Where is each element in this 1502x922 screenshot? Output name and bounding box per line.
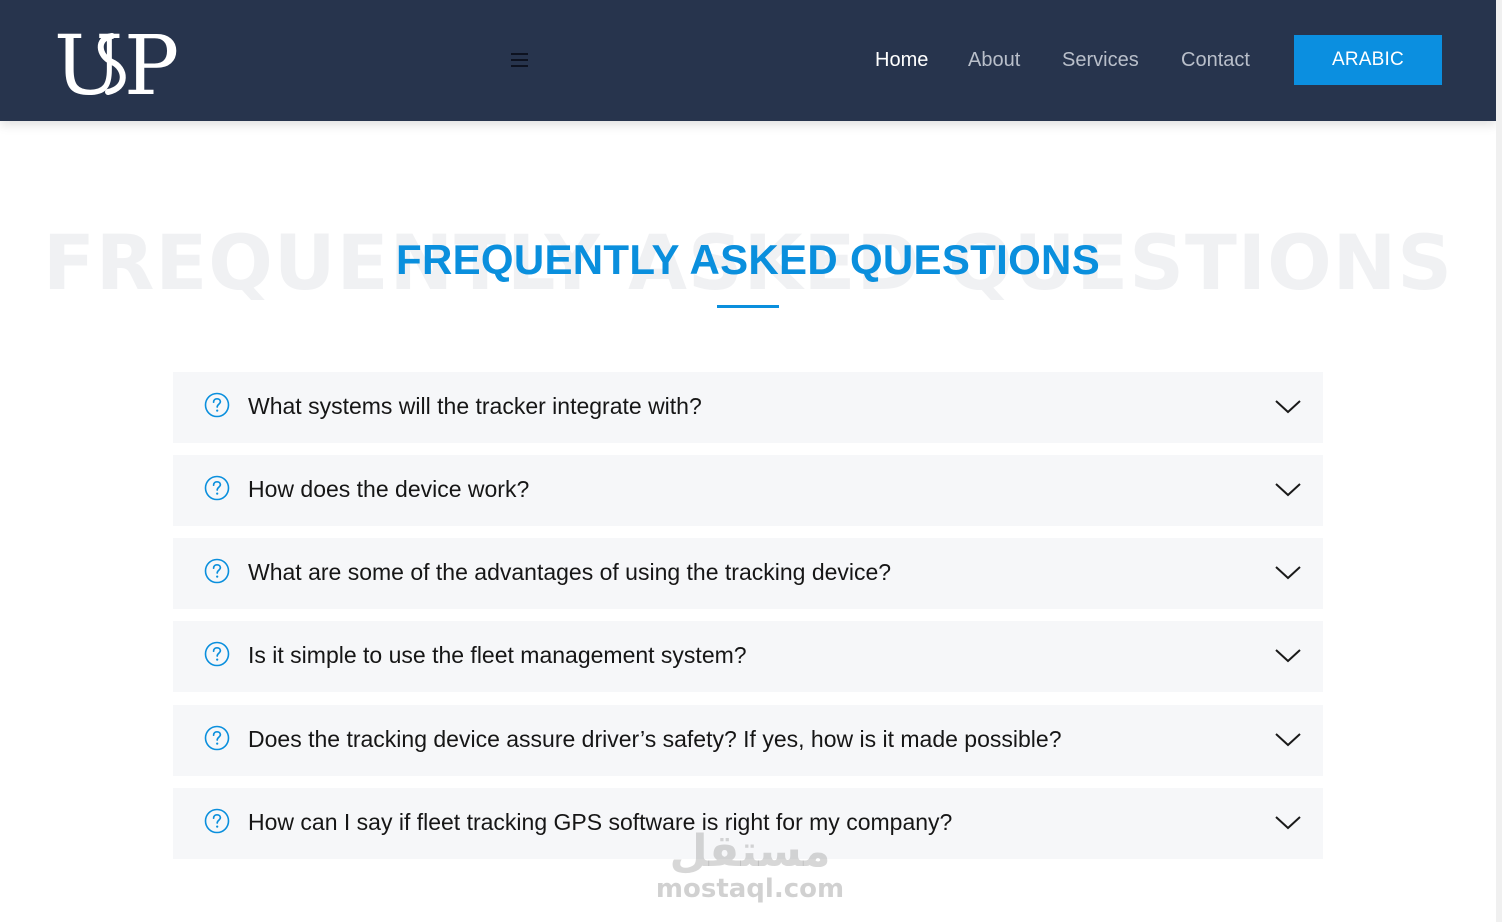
faq-item-1[interactable]: What systems will the tracker integrate …	[173, 372, 1323, 443]
language-arabic-button[interactable]: ARABIC	[1294, 35, 1442, 85]
faq-question: How can I say if fleet tracking GPS soft…	[248, 809, 953, 835]
faq-item-4[interactable]: Is it simple to use the fleet management…	[173, 621, 1323, 692]
nav-services-link[interactable]: Services	[1062, 47, 1139, 73]
faq-question: How does the device work?	[248, 476, 530, 502]
nav-home-link[interactable]: Home	[875, 47, 928, 73]
chevron-down-icon[interactable]	[1273, 645, 1303, 665]
question-circle-icon	[204, 558, 230, 584]
chevron-down-icon[interactable]	[1273, 812, 1303, 832]
scrollbar-track[interactable]	[1496, 0, 1502, 922]
site-header: U P Home About Services Contact ARABIC	[0, 0, 1496, 121]
hamburger-icon-line	[511, 64, 528, 67]
hamburger-icon-line	[511, 58, 528, 61]
faq-question: Does the tracking device assure driver’s…	[248, 726, 1062, 752]
faq-item-6[interactable]: How can I say if fleet tracking GPS soft…	[173, 788, 1323, 859]
chevron-down-icon[interactable]	[1273, 396, 1303, 416]
faq-item-3[interactable]: What are some of the advantages of using…	[173, 538, 1323, 609]
question-circle-icon	[204, 392, 230, 418]
question-circle-icon	[204, 475, 230, 501]
question-circle-icon	[204, 641, 230, 667]
question-circle-icon	[204, 725, 230, 751]
title-underline	[717, 305, 779, 308]
chevron-down-icon[interactable]	[1273, 479, 1303, 499]
faq-item-2[interactable]: How does the device work?	[173, 455, 1323, 526]
faq-title: FREQUENTLY ASKED QUESTIONS	[395, 236, 1101, 283]
hamburger-icon	[511, 53, 528, 55]
menu-toggle-button[interactable]	[511, 53, 528, 67]
nav-about-link[interactable]: About	[968, 47, 1020, 73]
chevron-down-icon[interactable]	[1273, 729, 1303, 749]
faq-question: What systems will the tracker integrate …	[248, 393, 702, 419]
svg-text:P: P	[124, 22, 179, 100]
question-circle-icon	[204, 808, 230, 834]
watermark-domain-text: mostaql.com	[655, 874, 845, 904]
faq-question: Is it simple to use the fleet management…	[248, 642, 747, 668]
chevron-down-icon[interactable]	[1273, 562, 1303, 582]
nav-contact-link[interactable]: Contact	[1181, 47, 1250, 73]
usp-logo[interactable]: U P	[54, 22, 194, 100]
faq-item-5[interactable]: Does the tracking device assure driver’s…	[173, 705, 1323, 776]
faq-question: What are some of the advantages of using…	[248, 559, 892, 585]
